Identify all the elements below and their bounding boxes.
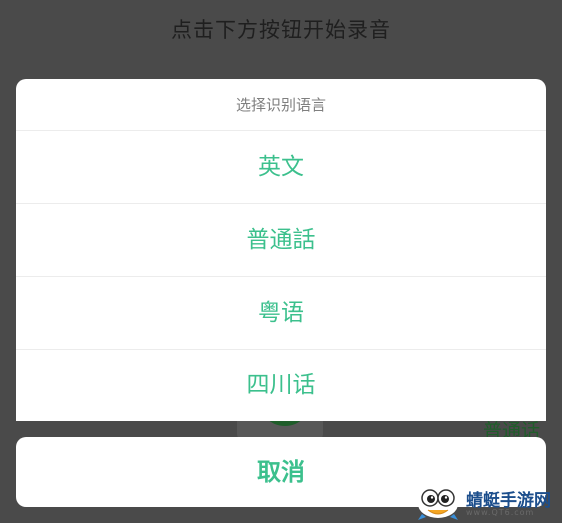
option-cantonese[interactable]: 粤语 [16, 277, 546, 350]
option-mandarin[interactable]: 普通話 [16, 204, 546, 277]
screen: 点击下方按钮开始录音 普通话 选择识别语言 英文 普通話 粤语 四川话 取消 蜻… [0, 0, 562, 523]
watermark-url: www.QT6.com [466, 508, 535, 517]
background-page-title: 点击下方按钮开始录音 [171, 18, 391, 42]
dragonfly-logo-icon [418, 489, 458, 520]
option-english[interactable]: 英文 [16, 131, 546, 204]
option-sichuanese[interactable]: 四川话 [16, 350, 546, 421]
watermark: 蜻蜓手游网 www.QT6.com [416, 484, 560, 522]
action-sheet-title: 选择识别语言 [16, 79, 546, 131]
language-action-sheet: 选择识别语言 英文 普通話 粤语 四川话 [16, 79, 546, 421]
